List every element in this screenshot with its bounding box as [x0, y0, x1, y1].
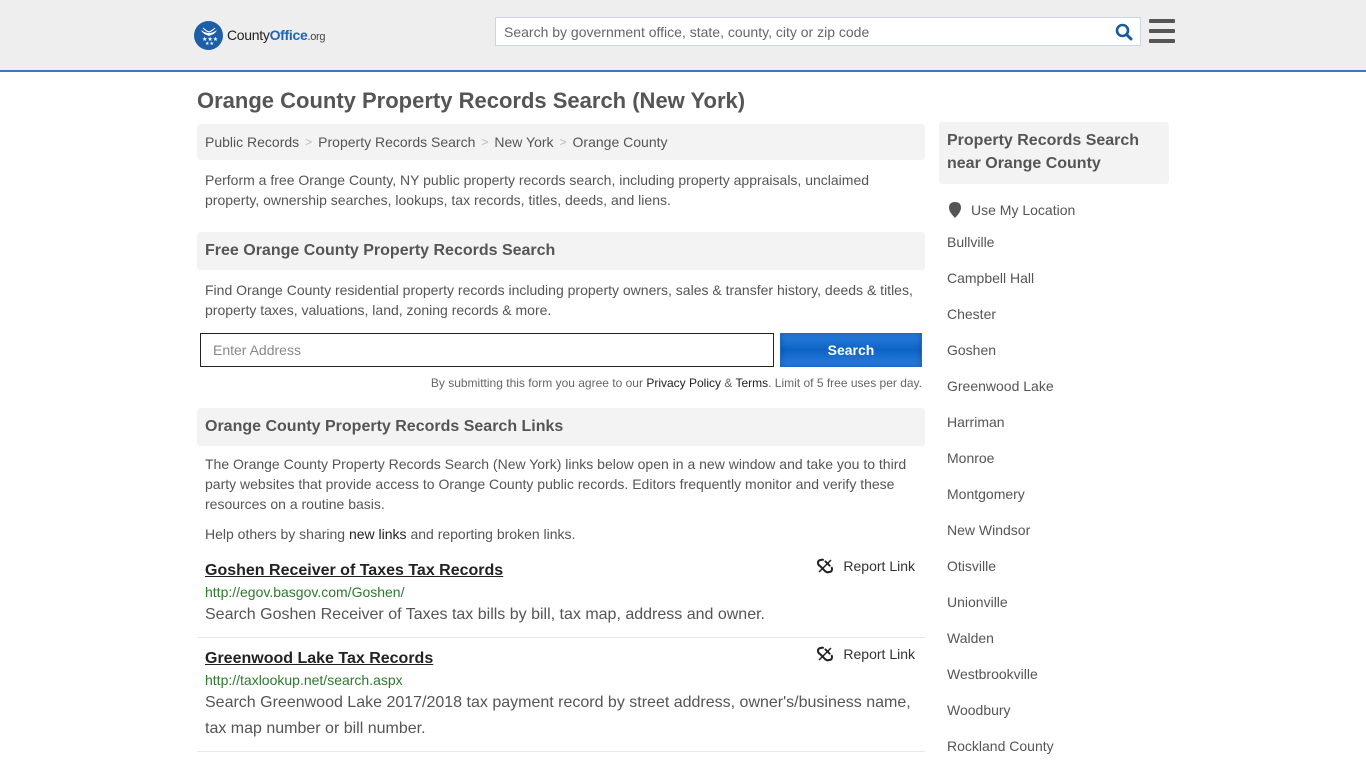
address-search-form: Search: [197, 333, 925, 367]
breadcrumb-property-records-search[interactable]: Property Records Search: [318, 134, 475, 150]
nearby-place-link[interactable]: Campbell Hall: [947, 270, 1034, 286]
links-section-heading: Orange County Property Records Search Li…: [197, 408, 925, 446]
search-button[interactable]: [1108, 18, 1140, 45]
address-search-button[interactable]: Search: [780, 333, 922, 367]
svg-text:★★: ★★: [205, 41, 214, 46]
nearby-place-item: New Windsor: [947, 522, 1169, 558]
privacy-policy-link[interactable]: Privacy Policy: [646, 376, 721, 390]
form-disclaimer: By submitting this form you agree to our…: [197, 376, 925, 390]
nearby-place-item: Bullville: [947, 234, 1169, 270]
terms-link[interactable]: Terms: [735, 376, 768, 390]
free-search-description: Find Orange County residential property …: [205, 282, 913, 318]
intro-text: Perform a free Orange County, NY public …: [205, 172, 870, 208]
report-link-button[interactable]: Report Link: [817, 646, 915, 662]
nearby-place-item: Monroe: [947, 450, 1169, 486]
use-my-location-link[interactable]: Use My Location: [971, 202, 1075, 218]
hamburger-menu-icon[interactable]: [1149, 19, 1175, 43]
eagle-stars-logo-icon: ★★★ ★★: [194, 20, 223, 50]
logo-part-county: County: [227, 27, 270, 43]
nearby-place-item: Rockland County: [947, 738, 1169, 774]
nearby-place-item: Chester: [947, 306, 1169, 342]
disclaimer-amp: &: [721, 376, 736, 390]
resource-link-description: Search Greenwood Lake 2017/2018 tax paym…: [205, 694, 911, 737]
site-header: ★★★ ★★ CountyOffice.org: [0, 0, 1366, 72]
nearby-place-link[interactable]: Westbrookville: [947, 666, 1038, 682]
breadcrumb: Public Records > Property Records Search…: [197, 124, 925, 160]
nearby-place-link[interactable]: Montgomery: [947, 486, 1025, 502]
search-icon: [1115, 23, 1133, 40]
sidebar: Property Records Search near Orange Coun…: [939, 122, 1169, 774]
help-prefix: Help others by sharing: [205, 526, 349, 542]
nearby-place-item: Harriman: [947, 414, 1169, 450]
nearby-place-link[interactable]: Walden: [947, 630, 994, 646]
sidebar-heading: Property Records Search near Orange Coun…: [939, 122, 1169, 184]
logo-part-office: Office: [269, 27, 308, 43]
breadcrumb-separator: >: [481, 135, 489, 149]
report-link-button[interactable]: Report Link: [817, 558, 915, 574]
new-links-link[interactable]: new links: [349, 526, 407, 542]
page-title: Orange County Property Records Search (N…: [197, 88, 746, 113]
resource-link-title[interactable]: Greenwood Lake Tax Records: [205, 648, 433, 670]
nearby-place-item: Otisville: [947, 558, 1169, 594]
nearby-place-link[interactable]: Goshen: [947, 342, 996, 358]
nearby-place-link[interactable]: Bullville: [947, 234, 994, 250]
nearby-place-link[interactable]: New Windsor: [947, 522, 1030, 538]
nearby-place-item: Unionville: [947, 594, 1169, 630]
site-search-input[interactable]: [496, 18, 1108, 45]
breadcrumb-separator: >: [305, 135, 313, 149]
nearby-place-item: Campbell Hall: [947, 270, 1169, 306]
disclaimer-prefix: By submitting this form you agree to our: [430, 376, 647, 390]
report-link-label: Report Link: [843, 646, 915, 662]
resource-link-item: Greenwood Lake Tax Records Report Link h…: [197, 638, 925, 752]
resource-link-title[interactable]: Goshen Receiver of Taxes Tax Records: [205, 560, 503, 582]
nearby-place-item: Montgomery: [947, 486, 1169, 522]
report-link-label: Report Link: [843, 558, 915, 574]
nearby-place-link[interactable]: Otisville: [947, 558, 996, 574]
menu-bar: [1149, 19, 1175, 23]
free-search-heading: Free Orange County Property Records Sear…: [197, 232, 925, 270]
nearby-place-item: Westbrookville: [947, 666, 1169, 702]
nearby-place-link[interactable]: Monroe: [947, 450, 994, 466]
disclaimer-suffix: . Limit of 5 free uses per day.: [768, 376, 922, 390]
nearby-place-item: Woodbury: [947, 702, 1169, 738]
nearby-place-item: Goshen: [947, 342, 1169, 378]
help-text: Help others by sharing new links and rep…: [197, 524, 925, 544]
breadcrumb-new-york[interactable]: New York: [494, 134, 553, 150]
broken-link-icon: [817, 558, 834, 574]
site-logo[interactable]: ★★★ ★★ CountyOffice.org: [194, 20, 326, 50]
breadcrumb-separator: >: [559, 135, 567, 149]
resource-link-url[interactable]: http://egov.basgov.com/Goshen/: [205, 582, 917, 602]
map-marker-icon: [949, 202, 961, 218]
resource-link-url[interactable]: http://taxlookup.net/search.aspx: [205, 670, 917, 690]
nearby-place-link[interactable]: Woodbury: [947, 702, 1011, 718]
resource-link-description: Search Goshen Receiver of Taxes tax bill…: [205, 606, 765, 623]
nearby-place-link[interactable]: Harriman: [947, 414, 1005, 430]
resource-link-item: Goshen Receiver of Taxes Tax Records Rep…: [197, 556, 925, 638]
breadcrumb-public-records[interactable]: Public Records: [205, 134, 299, 150]
nearby-place-link[interactable]: Chester: [947, 306, 996, 322]
nearby-place-link[interactable]: Greenwood Lake: [947, 378, 1054, 394]
nearby-places-list: Bullville Campbell Hall Chester Goshen G…: [939, 234, 1169, 774]
links-intro-text: The Orange County Property Records Searc…: [205, 456, 907, 512]
menu-bar: [1149, 39, 1175, 43]
nearby-place-link[interactable]: Unionville: [947, 594, 1008, 610]
logo-wordmark: CountyOffice.org: [227, 27, 326, 43]
site-search: [495, 17, 1141, 46]
nearby-place-item: Walden: [947, 630, 1169, 666]
logo-part-org: .org: [307, 31, 326, 43]
menu-bar: [1149, 29, 1175, 33]
help-suffix: and reporting broken links.: [406, 526, 576, 542]
address-input[interactable]: [200, 333, 774, 367]
main-content: Public Records > Property Records Search…: [197, 124, 925, 752]
nearby-place-link[interactable]: Rockland County: [947, 738, 1054, 754]
breadcrumb-orange-county[interactable]: Orange County: [573, 134, 668, 150]
use-my-location: Use My Location: [939, 202, 1169, 218]
nearby-place-item: Greenwood Lake: [947, 378, 1169, 414]
broken-link-icon: [817, 646, 834, 662]
